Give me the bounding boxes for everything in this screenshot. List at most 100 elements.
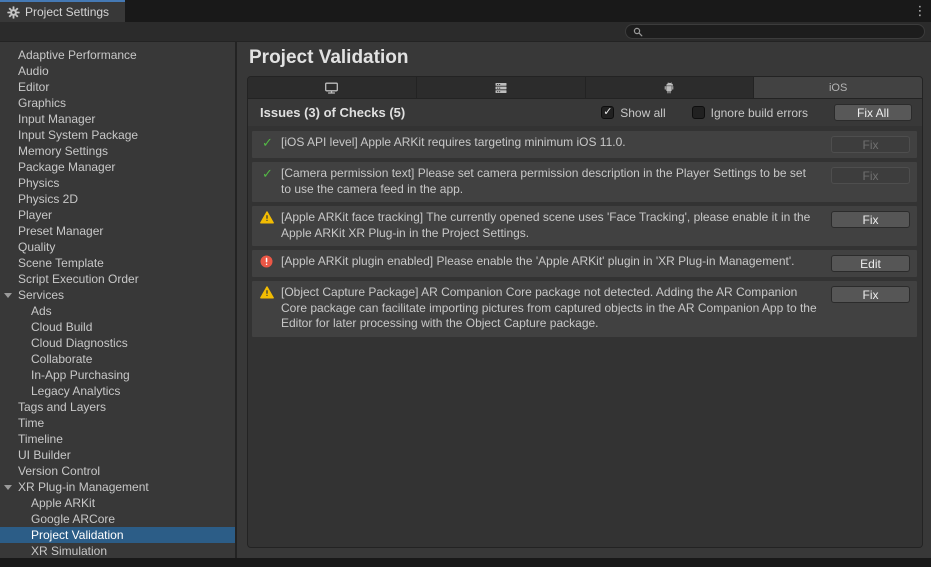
project-validation-panel: Project Validation iOS Issues (3) of Che… [237,42,931,558]
issues-header: Issues (3) of Checks (5) Show all Ignore… [248,99,922,126]
issue-edit-button[interactable]: Edit [831,255,910,272]
project-settings-window: Project Settings ⋮ Adaptive PerformanceA… [0,0,931,567]
platform-tab-label: iOS [829,82,847,94]
success-check-icon: ✓ [262,135,273,150]
sidebar-item-xr-simulation[interactable]: XR Simulation [0,543,235,558]
ignore-build-errors-checkbox[interactable] [692,106,705,119]
sidebar-item-cloud-build[interactable]: Cloud Build [0,319,235,335]
sidebar-item-label: Cloud Diagnostics [0,335,235,351]
ignore-build-errors-toggle[interactable]: Ignore build errors [692,106,808,120]
sidebar-item-memory-settings[interactable]: Memory Settings [0,143,235,159]
platform-tabbar: iOS [248,77,922,99]
sidebar-item-label: Quality [0,239,235,255]
error-icon [260,255,273,268]
sidebar-item-label: Player [0,207,235,223]
sidebar-item-label: Audio [0,63,235,79]
sidebar-item-package-manager[interactable]: Package Manager [0,159,235,175]
platform-tab-android[interactable] [586,77,755,98]
sidebar-item-label: Google ARCore [0,511,235,527]
sidebar-item-label: Apple ARKit [0,495,235,511]
sidebar-item-label: Package Manager [0,159,235,175]
settings-toolbar [0,22,931,42]
sidebar-item-physics-2d[interactable]: Physics 2D [0,191,235,207]
sidebar-item-label: Graphics [0,95,235,111]
show-all-toggle[interactable]: Show all [601,106,665,120]
issue-fix-button: Fix [831,167,910,184]
warning-icon [260,286,274,299]
sidebar-item-quality[interactable]: Quality [0,239,235,255]
kebab-menu-icon[interactable]: ⋮ [909,0,931,22]
sidebar-item-collaborate[interactable]: Collaborate [0,351,235,367]
search-box[interactable] [625,24,925,39]
sidebar-item-editor[interactable]: Editor [0,79,235,95]
sidebar-item-google-arcore[interactable]: Google ARCore [0,511,235,527]
sidebar-item-player[interactable]: Player [0,207,235,223]
show-all-checkbox[interactable] [601,106,614,119]
sidebar-item-project-validation[interactable]: Project Validation [0,527,235,543]
search-icon [633,27,643,37]
sidebar-item-xr-plug-in-management[interactable]: XR Plug-in Management [0,479,235,495]
fix-all-button[interactable]: Fix All [834,104,912,121]
sidebar-item-apple-arkit[interactable]: Apple ARKit [0,495,235,511]
gear-icon [7,6,20,19]
issue-fix-button: Fix [831,136,910,153]
android-icon [662,81,676,95]
sidebar-item-label: Adaptive Performance [0,47,235,63]
issues-header-controls: Show all Ignore build errors Fix All [601,104,912,121]
platform-tab-dedicated-server[interactable] [417,77,586,98]
issues-count-label: Issues (3) of Checks (5) [260,105,405,120]
issue-fix-button[interactable]: Fix [831,211,910,228]
issue-row-3: [Apple ARKit face tracking] The currentl… [252,206,917,246]
validation-box: iOS Issues (3) of Checks (5) Show all Ig… [247,76,923,548]
issue-text: [Object Capture Package] AR Companion Co… [281,285,831,332]
sidebar-item-label: UI Builder [0,447,235,463]
issue-text: [Apple ARKit face tracking] The currentl… [281,210,831,241]
sidebar-item-label: Editor [0,79,235,95]
sidebar-item-physics[interactable]: Physics [0,175,235,191]
sidebar-item-script-execution-order[interactable]: Script Execution Order [0,271,235,287]
sidebar-item-ui-builder[interactable]: UI Builder [0,447,235,463]
sidebar-item-in-app-purchasing[interactable]: In-App Purchasing [0,367,235,383]
sidebar-item-label: Project Validation [0,527,235,543]
sidebar-item-label: Memory Settings [0,143,235,159]
sidebar-item-label: Script Execution Order [0,271,235,287]
sidebar-item-input-manager[interactable]: Input Manager [0,111,235,127]
issue-fix-button[interactable]: Fix [831,286,910,303]
ignore-build-errors-label: Ignore build errors [711,106,808,120]
sidebar-item-cloud-diagnostics[interactable]: Cloud Diagnostics [0,335,235,351]
sidebar-item-label: Input Manager [0,111,235,127]
sidebar-item-timeline[interactable]: Timeline [0,431,235,447]
issue-text: [Camera permission text] Please set came… [281,166,831,197]
platform-tab-standalone[interactable] [248,77,417,98]
sidebar-item-preset-manager[interactable]: Preset Manager [0,223,235,239]
sidebar-item-scene-template[interactable]: Scene Template [0,255,235,271]
sidebar-item-graphics[interactable]: Graphics [0,95,235,111]
issue-row-2: ✓ [Camera permission text] Please set ca… [252,162,917,202]
issue-row-5: [Object Capture Package] AR Companion Co… [252,281,917,337]
issue-text: [Apple ARKit plugin enabled] Please enab… [281,254,831,270]
issues-list: ✓ [iOS API level] Apple ARKit requires t… [248,126,922,547]
sidebar-item-services[interactable]: Services [0,287,235,303]
sidebar-item-label: Timeline [0,431,235,447]
platform-tab-ios[interactable]: iOS [754,77,922,98]
show-all-label: Show all [620,106,665,120]
warning-icon [260,211,274,224]
window-tab-project-settings[interactable]: Project Settings [0,0,125,22]
sidebar-item-version-control[interactable]: Version Control [0,463,235,479]
search-input[interactable] [647,26,917,38]
sidebar-item-label: Services [0,287,235,303]
sidebar-item-ads[interactable]: Ads [0,303,235,319]
window-bottom-edge [0,558,931,567]
sidebar-item-audio[interactable]: Audio [0,63,235,79]
sidebar-item-legacy-analytics[interactable]: Legacy Analytics [0,383,235,399]
success-check-icon: ✓ [262,166,273,181]
page-title: Project Validation [247,45,923,76]
sidebar-item-input-system-package[interactable]: Input System Package [0,127,235,143]
sidebar-item-label: In-App Purchasing [0,367,235,383]
settings-sidebar: Adaptive PerformanceAudioEditorGraphicsI… [0,42,237,558]
sidebar-item-label: Physics 2D [0,191,235,207]
sidebar-item-time[interactable]: Time [0,415,235,431]
sidebar-item-tags-and-layers[interactable]: Tags and Layers [0,399,235,415]
sidebar-item-adaptive-performance[interactable]: Adaptive Performance [0,47,235,63]
sidebar-item-label: Preset Manager [0,223,235,239]
